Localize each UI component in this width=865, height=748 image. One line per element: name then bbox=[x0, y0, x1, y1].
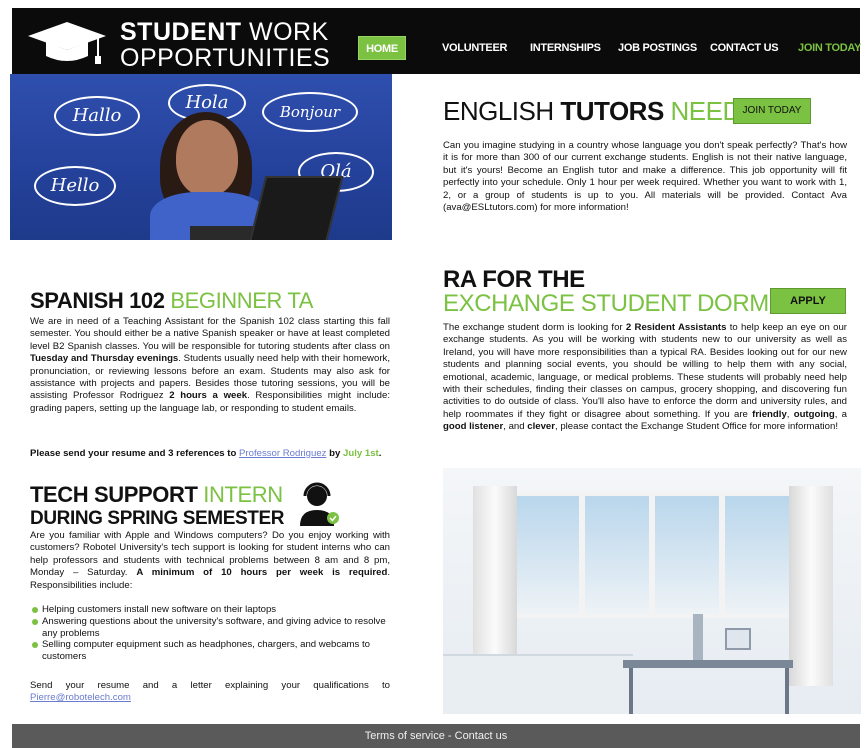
student-face bbox=[176, 120, 238, 196]
english-description: Can you imagine studying in a country wh… bbox=[443, 140, 847, 214]
tech-description: Are you familiar with Apple and Windows … bbox=[30, 530, 390, 591]
curtain bbox=[789, 486, 833, 686]
list-item: Helping customers install new software o… bbox=[30, 604, 390, 616]
computer-monitor bbox=[725, 628, 751, 650]
ra-description: The exchange student dorm is looking for… bbox=[443, 322, 847, 433]
join-today-button[interactable]: JOIN TODAY bbox=[733, 98, 811, 124]
site-footer: Terms of service - Contact us bbox=[12, 724, 860, 748]
nav-volunteer[interactable]: VOLUNTEER bbox=[442, 36, 507, 60]
spanish-cta: Please send your resume and 3 references… bbox=[30, 448, 382, 459]
desk-leg bbox=[785, 668, 789, 714]
english-title: ENGLISH TUTORS NEEDED bbox=[443, 96, 776, 126]
speech-bubble: Hallo bbox=[54, 96, 140, 136]
list-item: Answering questions about the university… bbox=[30, 616, 390, 640]
tech-cta: Send your resume and a letter explaining… bbox=[30, 680, 390, 704]
site-header: STUDENT WORK OPPORTUNITIES HOME VOLUNTEE… bbox=[12, 8, 861, 74]
nav-contact-us[interactable]: CONTACT US bbox=[710, 36, 779, 60]
ra-subtitle: EXCHANGE STUDENT DORM bbox=[443, 290, 769, 317]
laptop-icon bbox=[242, 176, 344, 240]
window-frame bbox=[579, 496, 585, 614]
professor-link[interactable]: Professor Rodriguez bbox=[239, 448, 326, 459]
terms-link[interactable]: Terms of service bbox=[365, 730, 445, 742]
tech-responsibilities-list: Helping customers install new software o… bbox=[30, 604, 390, 663]
tech-email-link[interactable]: Pierre@robotelech.com bbox=[30, 692, 131, 703]
graduation-cap-icon bbox=[28, 22, 106, 64]
site-logo[interactable]: STUDENT WORK OPPORTUNITIES bbox=[22, 14, 330, 72]
list-item: Selling computer equipment such as headp… bbox=[30, 639, 390, 663]
window-frame bbox=[649, 496, 655, 614]
logo-line-2: OPPORTUNITIES bbox=[120, 44, 331, 72]
main-nav: HOME VOLUNTEER INTERNSHIPS JOB POSTINGS … bbox=[350, 36, 861, 60]
desk-leg bbox=[629, 668, 633, 714]
tech-title: TECH SUPPORT INTERN bbox=[30, 482, 283, 507]
contact-link[interactable]: Contact us bbox=[455, 730, 508, 742]
headset-support-icon bbox=[300, 482, 339, 526]
nav-home[interactable]: HOME bbox=[358, 36, 406, 60]
spanish-title: SPANISH 102 BEGINNER TA bbox=[30, 288, 314, 313]
nav-job-postings[interactable]: JOB POSTINGS bbox=[618, 36, 697, 60]
bed bbox=[443, 654, 633, 714]
window bbox=[511, 492, 793, 618]
dorm-room-image bbox=[443, 468, 861, 714]
hero-image: Hallo Hola Bonjour Hello Olá bbox=[10, 74, 392, 240]
desk bbox=[623, 660, 793, 668]
spanish-description: We are in need of a Teaching Assistant f… bbox=[30, 316, 390, 414]
lamp bbox=[693, 614, 703, 660]
tech-subtitle: DURING SPRING SEMESTER bbox=[30, 508, 285, 529]
apply-button[interactable]: APPLY bbox=[770, 288, 846, 314]
logo-line-1: STUDENT WORK bbox=[120, 18, 329, 46]
footer-separator: - bbox=[444, 730, 455, 742]
speech-bubble: Hello bbox=[34, 166, 116, 206]
speech-bubble: Bonjour bbox=[262, 92, 358, 132]
nav-internships[interactable]: INTERNSHIPS bbox=[530, 36, 601, 60]
window-frame bbox=[719, 496, 725, 614]
nav-join-today[interactable]: JOIN TODAY bbox=[798, 36, 861, 60]
